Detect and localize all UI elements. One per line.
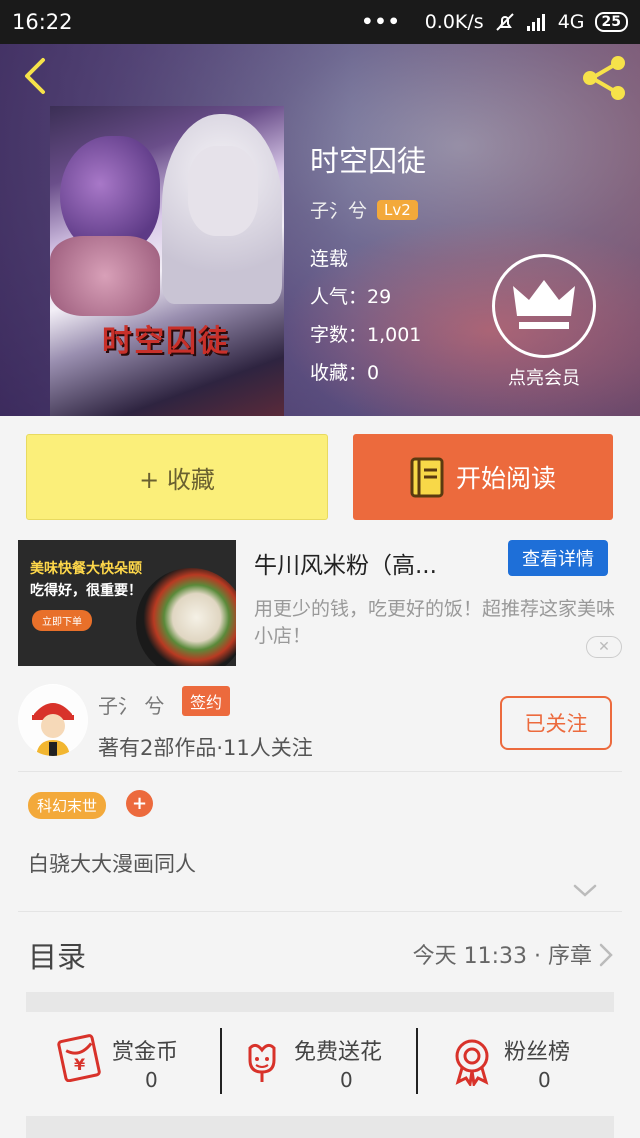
ad-description: 用更少的钱，吃更好的饭！超推荐这家美味小店！ xyxy=(254,598,616,647)
food-bowl-image xyxy=(136,568,236,666)
ad-image-subline: 吃得好，很重要！ xyxy=(30,583,142,599)
ad-image[interactable]: 美味快餐大快朵颐 吃得好，很重要！ 立即下单 xyxy=(18,540,236,666)
avatar-image xyxy=(18,685,88,756)
follow-button[interactable]: 已关注 xyxy=(500,696,612,750)
vip-button[interactable] xyxy=(492,254,596,358)
close-icon: ✕ xyxy=(598,639,610,655)
book-cover[interactable]: 时空囚徒 xyxy=(50,106,284,416)
book-title: 时空囚徒 xyxy=(310,144,427,178)
author-name[interactable]: 子氵 兮 xyxy=(98,690,164,719)
author-stats: 著有2部作品·11人关注 xyxy=(98,736,313,760)
toc-chevron xyxy=(598,942,614,968)
start-reading-label: 开始阅读 xyxy=(455,464,556,493)
ad-title[interactable]: 牛川风米粉（高... xyxy=(254,546,437,580)
notification-dots: ••• xyxy=(361,11,401,33)
svg-text:¥: ¥ xyxy=(74,1055,85,1074)
ad-banner[interactable]: 美味快餐大快朵颐 吃得好，很重要！ 立即下单 牛川风米粉（高... 查看详情 用… xyxy=(0,530,640,670)
cover-art-face xyxy=(188,146,258,236)
status-bar: 16:22 ••• 0.0K/s 4G 25 xyxy=(0,0,640,44)
ad-image-order-button: 立即下单 xyxy=(32,610,92,631)
cover-art-scarf xyxy=(50,236,160,316)
favorites-stat: 收藏：0 xyxy=(310,362,380,384)
word-count-stat: 字数：1,001 xyxy=(310,324,422,346)
chevron-down-icon xyxy=(573,884,597,897)
vip-label: 点亮会员 xyxy=(508,368,580,389)
book-description: 白骁大大漫画同人 xyxy=(28,852,196,876)
signed-badge: 签约 xyxy=(182,686,231,716)
divider xyxy=(18,911,622,912)
section-separator xyxy=(26,992,614,1012)
ad-close-button[interactable]: ✕ xyxy=(586,636,622,658)
chevron-left-icon xyxy=(25,58,45,94)
latest-chapter: 今天 11:33 · 序章 xyxy=(412,944,592,969)
book-icon xyxy=(410,457,444,498)
net-speed: 0.0K/s xyxy=(424,11,484,33)
reward-coins-label: 赏金币 xyxy=(112,1040,179,1065)
send-flowers-label: 免费送花 xyxy=(294,1040,383,1065)
expand-description-button[interactable] xyxy=(572,882,598,900)
divider xyxy=(220,1028,222,1094)
crown-icon xyxy=(513,280,575,329)
popularity-stat: 人气：29 xyxy=(310,286,392,308)
add-tag-button[interactable]: + xyxy=(126,790,153,817)
mute-icon xyxy=(495,13,514,31)
flower-icon xyxy=(248,1043,276,1082)
signal-icon xyxy=(526,14,545,31)
divider xyxy=(416,1028,418,1094)
toc-title: 目录 xyxy=(28,940,87,974)
red-envelope-icon: ¥ xyxy=(57,1034,101,1082)
genre-tag[interactable]: 科幻末世 xyxy=(28,792,107,819)
share-icon xyxy=(583,56,625,100)
reward-coins-count: 0 xyxy=(145,1068,158,1092)
network-type: 4G xyxy=(557,11,585,33)
ad-detail-button[interactable]: 查看详情 xyxy=(508,540,608,576)
fan-ranking-label: 粉丝榜 xyxy=(504,1040,571,1065)
status-indicators: ••• 0.0K/s 4G 25 xyxy=(361,11,628,33)
cover-title: 时空囚徒 xyxy=(102,324,230,359)
divider xyxy=(18,771,622,772)
serial-status: 连载 xyxy=(310,248,349,270)
back-button[interactable] xyxy=(16,56,56,96)
fan-ranking-button[interactable]: 粉丝榜 0 xyxy=(452,1010,612,1110)
battery-icon: 25 xyxy=(594,12,628,32)
hero-author-name[interactable]: 子氵兮 xyxy=(310,196,367,223)
start-reading-button[interactable]: 开始阅读 xyxy=(353,434,613,520)
table-of-contents-row[interactable]: 目录 今天 11:33 · 序章 xyxy=(0,920,640,986)
hero-author-line: 子氵兮 Lv2 xyxy=(310,196,418,223)
level-badge: Lv2 xyxy=(377,199,418,220)
section-separator xyxy=(26,1116,614,1138)
status-time: 16:22 xyxy=(12,10,73,34)
send-flowers-count: 0 xyxy=(340,1068,353,1092)
avatar[interactable] xyxy=(18,684,88,756)
support-actions: ¥ 赏金币 0 免费送花 0 粉丝榜 0 xyxy=(0,1010,640,1110)
send-flowers-button[interactable]: 免费送花 0 xyxy=(242,1010,414,1110)
collect-button[interactable]: + 收藏 xyxy=(26,434,328,520)
share-button[interactable] xyxy=(578,54,630,102)
ad-image-headline: 美味快餐大快朵颐 xyxy=(30,561,142,577)
reward-coins-button[interactable]: ¥ 赏金币 0 xyxy=(56,1010,216,1110)
chevron-right-icon xyxy=(599,943,613,967)
fan-ranking-count: 0 xyxy=(538,1068,551,1092)
medal-icon xyxy=(455,1039,489,1086)
author-card: 子氵 兮 签约 著有2部作品·11人关注 已关注 xyxy=(0,676,640,772)
